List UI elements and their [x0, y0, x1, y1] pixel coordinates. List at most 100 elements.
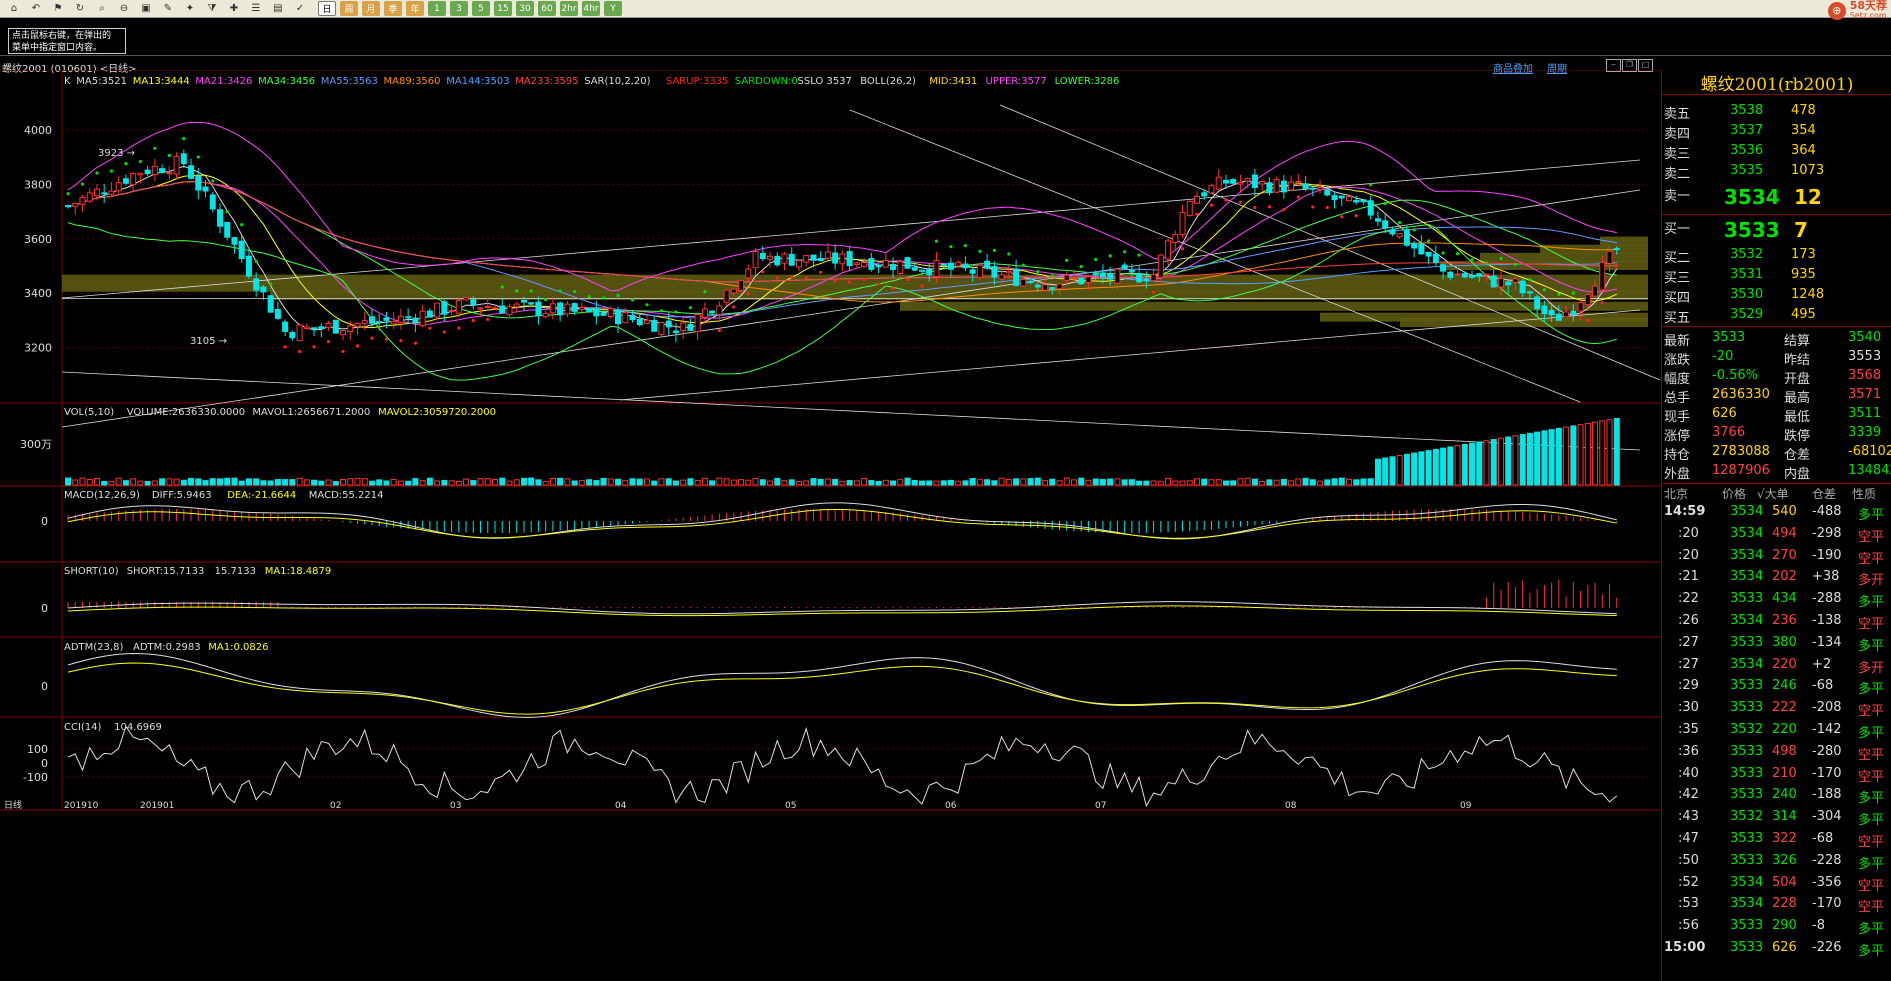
tick-row: :29 3533 246 -68 多平 — [1662, 678, 1891, 700]
period-button[interactable]: 5 — [472, 1, 490, 16]
period-button[interactable]: 周 — [340, 1, 358, 16]
candle-body — [347, 325, 354, 333]
tick-price: 3533 — [1730, 765, 1764, 781]
volume-bar — [1505, 436, 1512, 486]
list-icon[interactable]: ☰ — [246, 1, 266, 16]
flag-icon[interactable]: ⚑ — [48, 1, 68, 16]
price-tick: 3800 — [24, 178, 52, 191]
volume-bar — [101, 480, 108, 486]
period-button[interactable]: 30 — [516, 1, 534, 16]
candle-body — [470, 299, 477, 306]
candle-body — [1222, 179, 1229, 184]
sell-level-volume: 1073 — [1791, 163, 1825, 178]
sar-dot — [153, 146, 157, 150]
sar-dot — [471, 319, 475, 323]
indicator-legend: UPPER:3577 — [986, 76, 1047, 87]
volume-bar — [1599, 420, 1606, 486]
tick-header-cell: 仓差 — [1812, 487, 1837, 501]
volume-bar — [325, 479, 332, 486]
candle-body — [1411, 242, 1418, 249]
tick-time: :20 — [1678, 525, 1699, 541]
volume-bar — [1497, 437, 1504, 486]
candle-body — [738, 279, 745, 292]
volume-bar — [687, 478, 694, 486]
stat-row: 外盘 1287906 内盘 1348424 — [1662, 463, 1891, 482]
period-button[interactable]: 1 — [428, 1, 446, 16]
pencil-icon[interactable]: ✎ — [158, 1, 178, 16]
refresh-icon[interactable]: ↻ — [70, 1, 90, 16]
tick-oi-change: +2 — [1812, 656, 1832, 672]
tick-volume: 202 — [1772, 569, 1797, 585]
sar-dot — [703, 290, 707, 294]
period-button[interactable]: 3 — [450, 1, 468, 16]
zero-tick: 0 — [41, 680, 48, 693]
filter-icon[interactable]: ⧩ — [202, 1, 222, 16]
volume-bar — [571, 480, 578, 486]
tick-icon[interactable]: ✓ — [290, 1, 310, 16]
period-button[interactable]: 60 — [538, 1, 556, 16]
tick-type: 空平 — [1858, 878, 1885, 894]
period-button[interactable]: 月 — [362, 1, 380, 16]
period-button[interactable]: 15 — [494, 1, 512, 16]
candle-body — [1425, 251, 1432, 257]
tick-volume: 326 — [1772, 852, 1797, 868]
period-button[interactable]: 4hr — [582, 1, 600, 16]
tool-icon[interactable]: ✦ — [180, 1, 200, 16]
period-button[interactable]: 日 — [318, 1, 336, 16]
indicator-legend: DIFF:5.9463 — [152, 490, 212, 501]
candle-body — [636, 318, 643, 326]
volume-bar — [846, 480, 853, 486]
candle-body — [144, 169, 151, 175]
candle-body — [1541, 305, 1548, 315]
kline-chart-area[interactable]: K MA5:3521 MA13:3444 MA21:3426 MA34:3456 MA55… — [0, 70, 1661, 981]
candle-body — [890, 264, 897, 270]
tick-oi-change: -288 — [1812, 591, 1842, 607]
candle-body — [947, 262, 954, 270]
home-icon[interactable]: ⌂ — [4, 1, 24, 16]
candle-body — [701, 308, 708, 318]
tick-time: :22 — [1678, 591, 1699, 607]
zoom-out-icon[interactable]: ⊖ — [114, 1, 134, 16]
buy-level-volume: 173 — [1791, 247, 1816, 262]
sell-level-row: 卖二 3535 1073 — [1662, 163, 1891, 182]
indicator-legend: MA13:3444 — [133, 76, 190, 87]
sar-dot — [1007, 252, 1011, 256]
volume-bar — [216, 478, 223, 486]
new-icon[interactable]: ✚ — [224, 1, 244, 16]
sar-dot — [905, 277, 910, 281]
sar-dot — [500, 285, 504, 289]
volume-bar — [752, 478, 759, 486]
candle-body — [716, 305, 723, 316]
indicator-legend: MA21:3426 — [195, 76, 252, 87]
period-button[interactable]: 年 — [406, 1, 424, 16]
period-button[interactable]: 2hr — [560, 1, 578, 16]
candle-body — [209, 194, 216, 210]
candle-body — [1396, 233, 1403, 238]
volume-bar — [289, 479, 296, 486]
volume-bar — [600, 477, 607, 486]
candle-body — [86, 192, 93, 202]
volume-bar — [557, 477, 564, 486]
stat-value: 3339 — [1848, 425, 1882, 440]
divider — [1662, 483, 1891, 484]
candle-body — [832, 252, 839, 264]
sar-dot — [876, 282, 881, 286]
search-icon[interactable]: ⌕ — [92, 1, 112, 16]
volume-bar — [947, 479, 954, 486]
volume-bar — [549, 478, 556, 486]
tick-header-cell: √大单 — [1757, 487, 1789, 501]
candle-body — [1490, 275, 1497, 288]
candle-body — [368, 316, 375, 324]
candle-body — [824, 251, 831, 259]
period-button[interactable]: 季 — [384, 1, 402, 16]
window-icon[interactable]: ▣ — [136, 1, 156, 16]
candle-body — [1128, 269, 1135, 272]
volume-bar — [354, 477, 361, 486]
back-icon[interactable]: ↶ — [26, 1, 46, 16]
chart-icon[interactable]: ▤ — [268, 1, 288, 16]
volume-bar — [1447, 446, 1454, 486]
candle-body — [1440, 264, 1447, 272]
tick-time: :56 — [1678, 918, 1699, 934]
period-button[interactable]: Y — [604, 1, 622, 16]
tick-row: :56 3533 290 -8 多平 — [1662, 918, 1891, 940]
